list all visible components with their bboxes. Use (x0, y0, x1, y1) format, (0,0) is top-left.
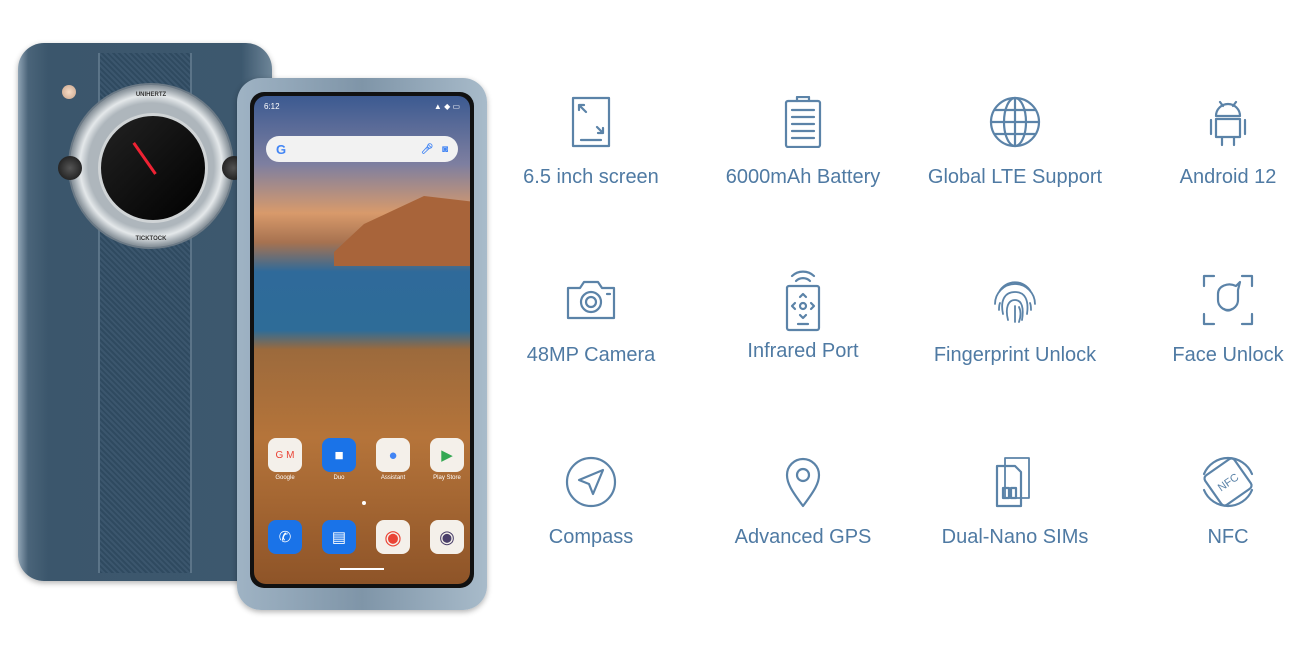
duo-icon: ■ (322, 438, 356, 472)
feature-label: Dual-Nano SIMs (941, 526, 1089, 548)
home-gesture-bar (340, 568, 384, 570)
dock-phone[interactable]: ✆ (266, 520, 304, 557)
feature-label: Global LTE Support (927, 166, 1103, 188)
feature-android: Android 12 (1128, 96, 1315, 189)
google-logo: G (276, 141, 287, 157)
camera-app-icon: ◉ (430, 520, 464, 554)
fingerprint-icon (994, 281, 1036, 323)
screen-size-icon (571, 96, 611, 148)
messages-icon: ▤ (322, 520, 356, 554)
phone-screen: 6:12 ▲ ◆ ▭ G 🎤︎ ◙ G M Google ■ Duo ● Assist… (250, 92, 474, 588)
feature-lte: Global LTE Support (915, 96, 1115, 189)
dock: ✆ ▤ ◉ ◉ (266, 520, 466, 557)
watch-brand-logo-bottom: TICKTOCK (135, 236, 167, 242)
app-duo[interactable]: ■ Duo (320, 438, 358, 481)
feature-label: 6.5 inch screen (523, 166, 659, 188)
app-row: G M Google ■ Duo ● Assistant ▶ Play Store (266, 438, 466, 481)
feature-label: Advanced GPS (734, 526, 872, 548)
app-label: Assistant (380, 475, 406, 481)
sim-card-icon (995, 457, 1030, 508)
app-label: Duo (333, 475, 345, 481)
feature-gps: Advanced GPS (703, 456, 903, 549)
infrared-remote-icon (785, 270, 821, 332)
feature-label: 48MP Camera (526, 344, 656, 366)
feature-screen: 6.5 inch screen (491, 96, 691, 189)
watch-hand (132, 142, 157, 175)
phone-back: UNIHERTZ TICKTOCK (18, 43, 272, 581)
app-google[interactable]: G M Google (266, 438, 304, 481)
feature-compass: Compass (491, 456, 691, 549)
phone-front: 6:12 ▲ ◆ ▭ G 🎤︎ ◙ G M Google ■ Duo ● Assist… (237, 78, 487, 610)
dock-camera[interactable]: ◉ (428, 520, 466, 557)
wallpaper: 6:12 ▲ ◆ ▭ G 🎤︎ ◙ G M Google ■ Duo ● Assist… (254, 96, 470, 584)
page-indicator (362, 501, 366, 505)
feature-battery: 6000mAh Battery (703, 96, 903, 189)
app-label: Play Store (433, 475, 461, 481)
phone-icon: ✆ (268, 520, 302, 554)
mic-icon[interactable]: 🎤︎ ◙ (421, 144, 448, 155)
google-search-bar[interactable]: G 🎤︎ ◙ (266, 136, 458, 162)
android-icon (1209, 100, 1247, 147)
dock-messages[interactable]: ▤ (320, 520, 358, 557)
camera-lens (58, 156, 82, 180)
feature-fingerprint: Fingerprint Unlock (915, 274, 1115, 367)
compass-icon (565, 456, 617, 508)
feature-label: Compass (548, 526, 634, 548)
status-bar: 6:12 ▲ ◆ ▭ (264, 102, 460, 111)
feature-nfc: NFC NFC (1128, 456, 1315, 549)
chrome-icon: ◉ (376, 520, 410, 554)
feature-infrared: Infrared Port (703, 268, 903, 363)
feature-label: 6000mAh Battery (725, 166, 881, 188)
status-icons: ▲ ◆ ▭ (433, 102, 460, 111)
svg-text:NFC: NFC (1216, 471, 1241, 494)
watch-brand-logo: UNIHERTZ (135, 92, 167, 98)
smartwatch-display: UNIHERTZ TICKTOCK (68, 83, 234, 249)
camera-icon (566, 280, 616, 320)
dock-chrome[interactable]: ◉ (374, 520, 412, 557)
face-unlock-icon (1202, 274, 1254, 326)
feature-label: Infrared Port (747, 340, 859, 362)
feature-label: NFC (1207, 526, 1249, 548)
feature-sim: Dual-Nano SIMs (915, 456, 1115, 549)
location-pin-icon (785, 457, 821, 508)
feature-camera: 48MP Camera (491, 274, 691, 367)
feature-label: Face Unlock (1172, 344, 1284, 366)
feature-label: Android 12 (1179, 166, 1277, 188)
play-store-icon: ▶ (430, 438, 464, 472)
watch-face (98, 113, 208, 223)
feature-label: Fingerprint Unlock (933, 344, 1097, 366)
app-label: Google (275, 475, 295, 481)
feature-face-unlock: Face Unlock (1128, 274, 1315, 367)
nfc-icon: NFC (1202, 456, 1254, 508)
app-assistant[interactable]: ● Assistant (374, 438, 412, 481)
assistant-icon: ● (376, 438, 410, 472)
google-folder-icon: G M (268, 438, 302, 472)
status-time: 6:12 (264, 102, 280, 111)
globe-icon (989, 96, 1041, 148)
app-play-store[interactable]: ▶ Play Store (428, 438, 466, 481)
battery-icon (784, 96, 822, 148)
wallpaper-cliff (334, 196, 470, 266)
